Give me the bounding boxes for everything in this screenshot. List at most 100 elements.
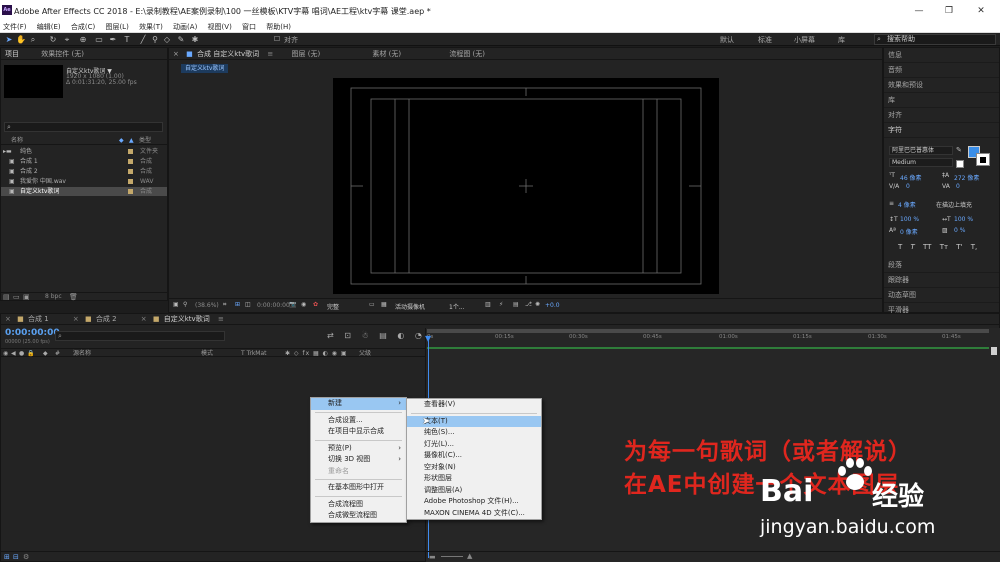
column-parent[interactable]: 父级 bbox=[359, 349, 371, 358]
label-color-swatch[interactable] bbox=[128, 189, 133, 194]
tab-effect-controls[interactable]: 效果控件 (无) bbox=[41, 50, 84, 58]
faux-italic-button[interactable]: T bbox=[911, 243, 915, 251]
expand-timing-icon[interactable]: ⚙ bbox=[23, 553, 29, 561]
timeline-icon[interactable]: ▤ bbox=[513, 301, 519, 308]
stroke-color-swatch[interactable] bbox=[976, 153, 990, 166]
transparency-grid-icon[interactable]: ▦ bbox=[381, 301, 387, 308]
all-caps-button[interactable]: TT bbox=[923, 243, 931, 251]
panel-menu-icon[interactable]: ≡ bbox=[218, 315, 224, 323]
kerning-value[interactable]: 0 bbox=[906, 183, 910, 190]
graph-editor-icon[interactable]: ◔ bbox=[415, 331, 422, 340]
white-swatch[interactable] bbox=[956, 160, 964, 168]
audio-icon[interactable]: ◀ bbox=[11, 349, 16, 358]
menu-help[interactable]: 帮助(H) bbox=[266, 22, 291, 32]
context-menu-item[interactable]: 合成流程图 bbox=[311, 499, 406, 511]
timeline-tab-custom-ktv[interactable]: 自定义ktv歌词 bbox=[164, 315, 210, 323]
close-tab-icon[interactable]: × bbox=[5, 315, 11, 323]
comp-canvas[interactable] bbox=[333, 78, 719, 294]
maximize-button[interactable]: ❐ bbox=[934, 3, 964, 19]
tsume-value[interactable]: 0 % bbox=[954, 227, 965, 234]
menu-effect[interactable]: 效果(T) bbox=[139, 22, 163, 32]
submenu-item[interactable]: Adobe Photoshop 文件(H)... bbox=[407, 496, 541, 508]
grid-icon[interactable]: ⊞ bbox=[235, 301, 240, 308]
frame-blending-icon[interactable]: ▤ bbox=[379, 331, 387, 340]
help-search-input[interactable]: 搜索帮助 bbox=[874, 34, 996, 45]
panel-motion-sketch[interactable]: 动态草图 bbox=[884, 288, 999, 303]
label-tag-icon[interactable]: ◆ bbox=[119, 136, 124, 145]
zoom-in-icon[interactable]: ▲ bbox=[467, 552, 472, 560]
menu-composition[interactable]: 合成(C) bbox=[71, 22, 95, 32]
views-dropdown[interactable]: 1个... bbox=[449, 302, 465, 311]
lock-icon[interactable]: 🔒 bbox=[27, 349, 34, 358]
shy-icon[interactable]: ☃ bbox=[362, 331, 369, 340]
font-style-dropdown[interactable]: Medium bbox=[889, 158, 953, 167]
submenu-item[interactable]: 查看器(V) bbox=[407, 399, 541, 411]
toggle-pixel-aspect-icon[interactable]: ▥ bbox=[485, 301, 491, 308]
zoom-tool-icon[interactable]: ⌕ bbox=[28, 34, 38, 45]
type-tool-icon[interactable]: T bbox=[122, 34, 132, 45]
tab-flowchart[interactable]: 流程图 (无) bbox=[449, 50, 485, 58]
panel-effects-presets[interactable]: 效果和预设 bbox=[884, 78, 999, 93]
label-color-swatch[interactable] bbox=[128, 179, 133, 184]
submenu-item[interactable]: 摄像机(C)... bbox=[407, 450, 541, 462]
pen-tool-icon[interactable]: ✒ bbox=[108, 34, 118, 45]
panel-menu-icon[interactable]: ≡ bbox=[267, 50, 273, 58]
tab-composition[interactable]: 合成 自定义ktv歌词 bbox=[197, 50, 259, 58]
timeline-tab-comp1[interactable]: 合成 1 bbox=[28, 315, 49, 323]
expand-modes-icon[interactable]: ⊟ bbox=[13, 553, 19, 561]
column-type[interactable]: 类型 bbox=[139, 136, 151, 145]
submenu-item[interactable]: 纯色(S)... bbox=[407, 427, 541, 439]
rectangle-tool-icon[interactable]: ▭ bbox=[94, 34, 104, 45]
tab-project[interactable]: 项目 bbox=[5, 50, 19, 58]
layer-switches-icon[interactable]: ✱ ◇ fx ▦ ◐ ◉ ▣ bbox=[285, 349, 348, 358]
vertical-scale-value[interactable]: 100 % bbox=[900, 216, 919, 223]
font-family-dropdown[interactable]: 阿里巴巴普惠体 bbox=[889, 146, 953, 155]
solo-icon[interactable]: ● bbox=[19, 349, 24, 358]
close-tab-icon[interactable]: × bbox=[73, 315, 79, 323]
motion-blur-icon[interactable]: ◐ bbox=[397, 331, 404, 340]
exposure-reset-icon[interactable]: ✺ bbox=[535, 301, 540, 308]
close-button[interactable]: ✕ bbox=[966, 3, 996, 19]
brush-tool-icon[interactable]: ╱ bbox=[138, 34, 148, 45]
viewer-timecode[interactable]: 0:00:00:00 bbox=[257, 302, 290, 309]
tracking-value[interactable]: 0 bbox=[956, 183, 960, 190]
comp-lock-icon[interactable]: ■ bbox=[186, 50, 193, 58]
superscript-button[interactable]: T' bbox=[956, 243, 962, 251]
column-mode[interactable]: 模式 bbox=[201, 349, 213, 358]
stroke-width-value[interactable]: 4 像素 bbox=[898, 200, 916, 209]
new-folder-icon[interactable]: ▭ bbox=[13, 293, 20, 301]
project-item[interactable]: ▸▬ 纯色 文件夹 bbox=[1, 147, 167, 156]
menu-edit[interactable]: 编辑(E) bbox=[37, 22, 61, 32]
bpc-button[interactable]: 8 bpc bbox=[45, 293, 62, 300]
font-size-value[interactable]: 46 像素 bbox=[900, 173, 922, 182]
work-area-bar[interactable] bbox=[427, 329, 989, 333]
time-ruler[interactable]: 0s 00:15s 00:30s 00:45s 01:00s 01:15s 01… bbox=[427, 334, 989, 344]
panel-character-title[interactable]: 字符 bbox=[884, 123, 999, 138]
horizontal-scale-value[interactable]: 100 % bbox=[954, 216, 973, 223]
panel-audio[interactable]: 音频 bbox=[884, 63, 999, 78]
project-item[interactable]: ▣ 合成 1 合成 bbox=[1, 157, 167, 166]
trash-icon[interactable]: 🗑 bbox=[69, 293, 78, 301]
resolution-dropdown[interactable]: 完整 bbox=[327, 302, 339, 311]
show-snapshot-icon[interactable]: ◉ bbox=[301, 301, 306, 308]
new-comp-icon[interactable]: ▣ bbox=[23, 293, 30, 301]
context-menu-item[interactable]: 切换 3D 视图 › bbox=[311, 454, 406, 466]
panel-tracker[interactable]: 跟踪器 bbox=[884, 273, 999, 288]
baseline-shift-value[interactable]: 0 像素 bbox=[900, 227, 918, 236]
context-menu-item[interactable]: 合成设置... bbox=[311, 415, 406, 427]
label-icon[interactable]: ◆ bbox=[43, 349, 48, 358]
context-menu-item[interactable]: 在基本图形中打开 bbox=[311, 482, 406, 494]
snap-checkbox[interactable]: ☐ bbox=[272, 34, 282, 45]
pan-behind-tool-icon[interactable]: ⊕ bbox=[78, 34, 88, 45]
label-color-swatch[interactable] bbox=[128, 169, 133, 174]
roi-icon[interactable]: ▭ bbox=[369, 301, 375, 308]
panel-libraries[interactable]: 库 bbox=[884, 93, 999, 108]
faux-bold-button[interactable]: T bbox=[898, 243, 902, 251]
fit-icon[interactable]: ⌗ bbox=[223, 301, 226, 309]
project-item[interactable]: ▣ 自定义ktv歌词 合成 bbox=[1, 187, 167, 196]
menu-file[interactable]: 文件(F) bbox=[3, 22, 27, 32]
zoom-level-dropdown[interactable]: (38.6%) bbox=[195, 302, 219, 309]
column-trkmat[interactable]: T TrkMat bbox=[241, 349, 267, 358]
submenu-item[interactable]: 灯光(L)... bbox=[407, 439, 541, 451]
panel-info[interactable]: 信息 bbox=[884, 48, 999, 63]
